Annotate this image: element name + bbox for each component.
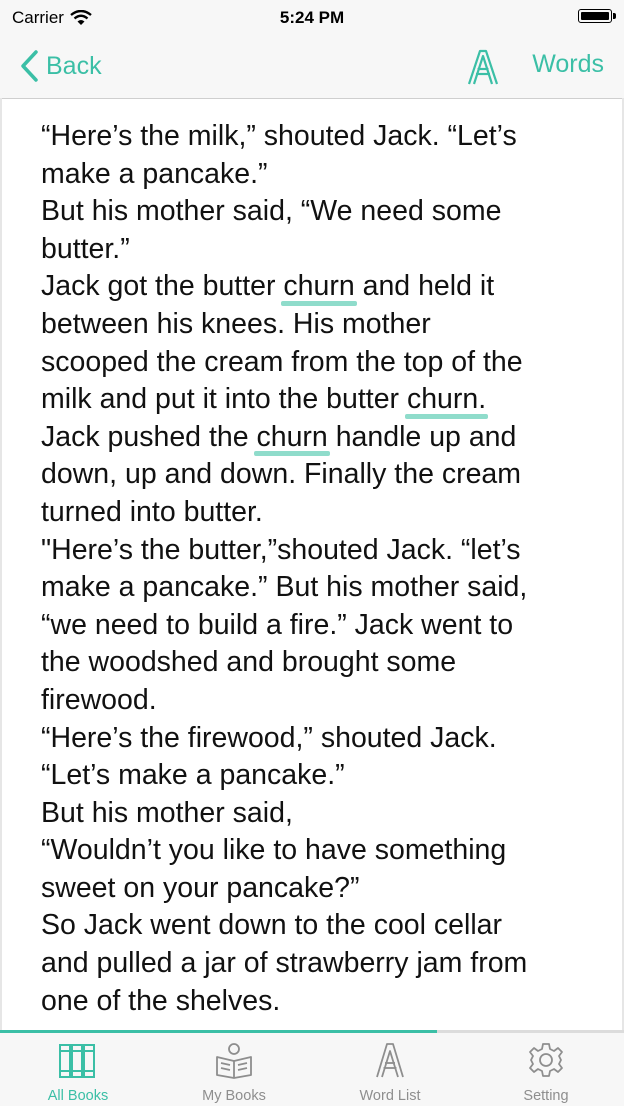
- story-line: the woodshed and brought some: [41, 644, 601, 682]
- tab-label: Word List: [359, 1088, 421, 1104]
- story-text-segment: “Here’s the milk,” shouted Jack. “Let’s: [41, 120, 517, 152]
- story-text-segment: “Here’s the firewood,” shouted Jack.: [41, 721, 497, 754]
- story-text-segment: down, up and down. Finally the cream: [41, 458, 522, 491]
- gear-icon: [529, 1043, 563, 1077]
- story-line: “Here’s the milk,” shouted Jack. “Let’s: [41, 118, 601, 156]
- words-button[interactable]: Words: [532, 50, 604, 79]
- story-line: milk and put it into the butter churn.: [41, 381, 601, 419]
- tab-label: Setting: [523, 1088, 569, 1104]
- page-edge-left: [0, 98, 2, 1032]
- story-line: “Here’s the firewood,” shouted Jack.: [41, 720, 601, 758]
- tab-bar: All Books My Books Word List Setting: [0, 1033, 624, 1106]
- story-line: Jack pushed the churn handle up and: [41, 419, 601, 457]
- story-text-segment: and pulled a jar of strawberry jam from: [41, 947, 528, 980]
- story-text-segment: butter.”: [41, 232, 130, 265]
- tab-label: My Books: [202, 1088, 266, 1104]
- story-line: between his knees. His mother: [41, 306, 601, 344]
- tab-label: All Books: [47, 1088, 109, 1104]
- tab-setting[interactable]: Setting: [468, 1033, 624, 1106]
- story-line: and pulled a jar of strawberry jam from: [41, 945, 601, 983]
- highlighted-word[interactable]: churn.: [404, 381, 489, 419]
- story-text-segment: Jack pushed the: [41, 420, 257, 453]
- story-line: "Here’s the butter,”shouted Jack. “let’s: [41, 532, 601, 570]
- back-button[interactable]: Back: [18, 48, 102, 84]
- story-line: “Wouldn’t you like to have something: [41, 832, 601, 870]
- story-text-segment: But his mother said, “We need some: [41, 195, 502, 228]
- story-text-segment: But his mother said,: [41, 796, 293, 829]
- status-time: 5:24 PM: [279, 8, 345, 27]
- status-bar: Carrier 5:24 PM: [0, 0, 624, 34]
- story-line: make a pancake.”: [41, 156, 601, 194]
- story-text-segment: make a pancake.” But his mother said,: [41, 571, 528, 604]
- story-text-segment: turned into butter.: [41, 495, 263, 528]
- story-line: But his mother said,: [41, 795, 601, 833]
- story-text-segment: scooped the cream from the top of the: [41, 345, 523, 378]
- story-line: one of the shelves.: [41, 983, 601, 1021]
- story-line: sweet on your pancake?”: [41, 870, 601, 908]
- navigation-bar: Back Words: [0, 34, 624, 99]
- story-line: make a pancake.” But his mother said,: [41, 569, 601, 607]
- back-label: Back: [46, 51, 102, 80]
- story-text-segment: handle up and: [327, 420, 517, 453]
- story-line: “Let’s make a pancake.”: [41, 757, 601, 795]
- story-text-segment: firewood.: [41, 683, 157, 716]
- story-text-segment: "Here’s the butter,”shouted Jack. “let’s: [41, 533, 521, 566]
- story-text-segment: “Let’s make a pancake.”: [41, 759, 345, 792]
- story-text-segment: Jack got the butter: [41, 270, 284, 303]
- books-icon: [59, 1044, 95, 1078]
- letter-a-icon: [376, 1043, 404, 1078]
- battery-icon: [578, 9, 616, 23]
- highlighted-word[interactable]: churn: [254, 419, 331, 457]
- story-text-segment: the woodshed and brought some: [41, 646, 457, 679]
- story-line: firewood.: [41, 682, 601, 720]
- story-text: “Here’s the milk,” shouted Jack. “Let’s m…: [41, 118, 601, 1020]
- tab-word-list[interactable]: Word List: [312, 1033, 468, 1106]
- story-line: But his mother said, “We need some: [41, 193, 601, 231]
- tab-all-books[interactable]: All Books: [0, 1033, 156, 1106]
- font-size-icon[interactable]: [464, 48, 502, 86]
- story-text-segment: So Jack went down to the cool cellar: [41, 909, 502, 942]
- story-text-segment: “we need to build a fire.” Jack went to: [41, 608, 514, 641]
- story-text-segment: make a pancake.”: [41, 157, 268, 190]
- story-line: scooped the cream from the top of the: [41, 344, 601, 382]
- story-text-segment: between his knees. His mother: [41, 307, 431, 340]
- tab-my-books[interactable]: My Books: [156, 1033, 312, 1106]
- story-line: butter.”: [41, 231, 601, 269]
- story-text-segment: and held it: [354, 270, 495, 303]
- story-text-segment: one of the shelves.: [41, 984, 281, 1017]
- story-line: Jack got the butter churn and held it: [41, 268, 601, 306]
- story-line: down, up and down. Finally the cream: [41, 456, 601, 494]
- open-book-icon: [216, 1043, 252, 1079]
- highlighted-word[interactable]: churn: [281, 268, 357, 306]
- story-text-segment: “Wouldn’t you like to have something: [41, 834, 507, 867]
- story-line: turned into butter.: [41, 494, 601, 532]
- story-line: “we need to build a fire.” Jack went to: [41, 607, 601, 645]
- chevron-left-icon: [21, 50, 38, 82]
- story-text-segment: milk and put it into the butter: [41, 383, 407, 416]
- story-line: So Jack went down to the cool cellar: [41, 907, 601, 945]
- story-text-segment: sweet on your pancake?”: [41, 871, 360, 904]
